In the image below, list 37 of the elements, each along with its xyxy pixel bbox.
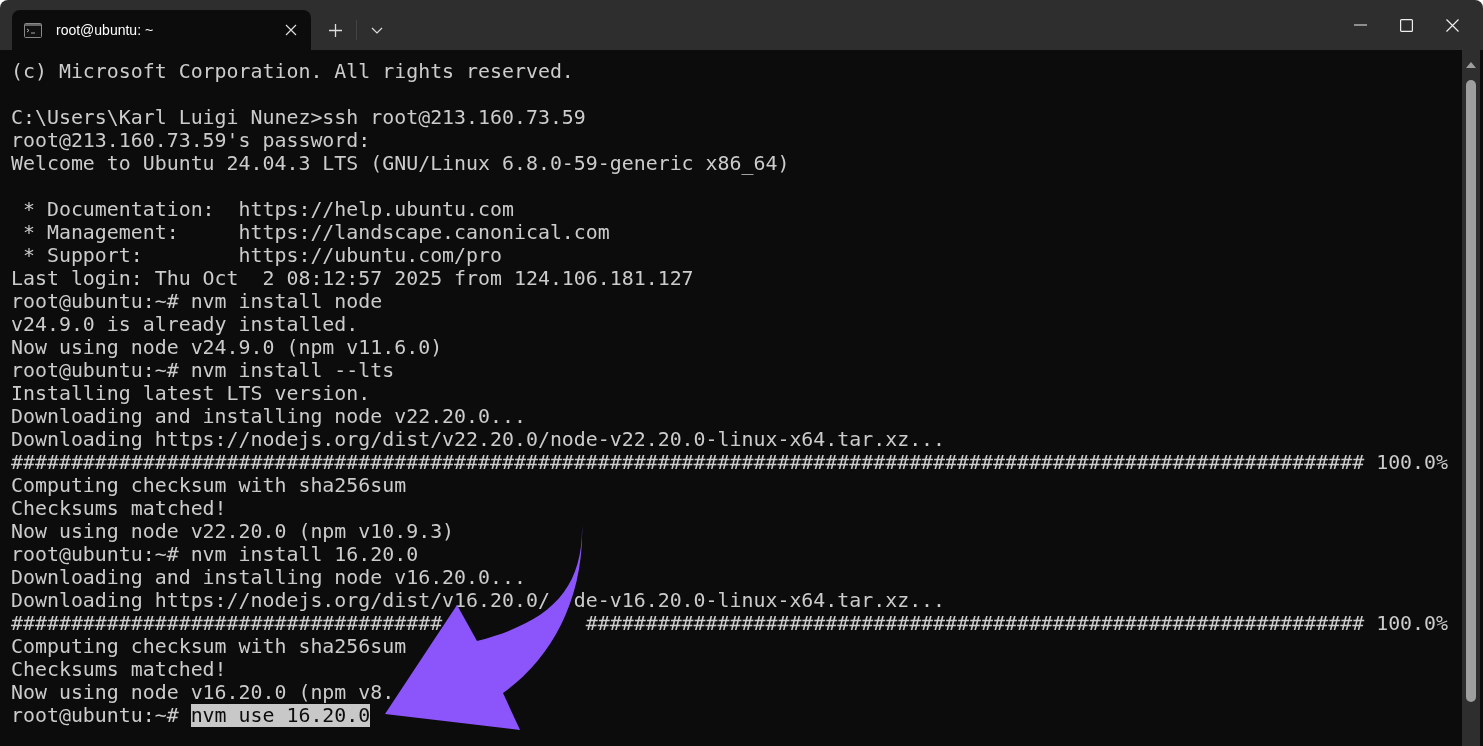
terminal-line: C:\Users\Karl Luigi Nunez>ssh root@213.160.73.59 [11,106,586,129]
terminal-line: root@ubuntu:~# nvm install node [11,290,383,313]
terminal-line: #################################### ################################################################# 100.0% [11,612,1449,635]
terminal-line: root@ubuntu:~# nvm install 16.20.0 [11,543,419,566]
terminal-line: Downloading https://nodejs.org/dist/v22.20.0/node-v22.20.0-linux-x64.tar.xz... [11,428,946,451]
terminal-line: Downloading and installing node v22.20.0... [11,405,526,428]
terminal-line: Downloading and installing node v16.20.0... [11,566,526,589]
terminal-line: Checksums matched! [11,658,227,681]
terminal-line: root@213.160.73.59's password: [11,129,371,152]
terminal-line: * Support: https://ubuntu.com/pro [21,244,502,267]
terminal-line: v24.9.0 is already installed. [11,313,359,336]
terminal-line: Now using node v24.9.0 (npm v11.6.0) [11,336,443,359]
terminal-line: Computing checksum with sha256sum [11,635,407,658]
maximize-icon[interactable] [1400,18,1413,32]
scrollbar[interactable] [1462,50,1480,746]
terminal-line: Now using node v16.20.0 (npm v8. [11,681,395,704]
terminal-line: (c) Microsoft Corporation. All rights reserved. [11,60,574,83]
terminal-line: * Documentation: https://help.ubuntu.com [21,198,514,221]
terminal-line: * Management: https://landscape.canonical.com [21,221,610,244]
terminal-icon [24,22,42,38]
terminal-line: Last login: Thu Oct 2 08:12:57 2025 from 124.106.181.127 [11,267,694,290]
terminal-line: Computing checksum with sha256sum [11,474,407,497]
terminal-line: Installing latest LTS version. [11,382,371,405]
terminal-line: Checksums matched! [11,497,227,520]
terminal-line: Downloading https://nodejs.org/dist/v16.20.0/ de-v16.20.0-linux-x64.tar.xz... [11,589,946,612]
scroll-up-icon[interactable] [1466,62,1476,68]
close-icon[interactable] [285,24,297,36]
terminal-line: Now using node v22.20.0 (npm v10.9.3) [11,520,455,543]
terminal-line: ################################################################################################################# 100.0% [11,451,1449,474]
selected-text: nvm use 16.20.0 [190,704,371,727]
chevron-down-icon[interactable] [371,26,383,34]
plus-icon[interactable] [329,23,342,37]
terminal-tab[interactable]: root@ubuntu: ~ [12,10,311,50]
terminal-line: root@ubuntu:~# nvm install --lts [11,359,395,382]
close-icon[interactable] [1446,18,1459,32]
terminal-line: Welcome to Ubuntu 24.04.3 LTS (GNU/Linux 6.8.0-59-generic x86_64) [11,152,790,175]
prompt-text: root@ubuntu:~# [11,704,180,727]
